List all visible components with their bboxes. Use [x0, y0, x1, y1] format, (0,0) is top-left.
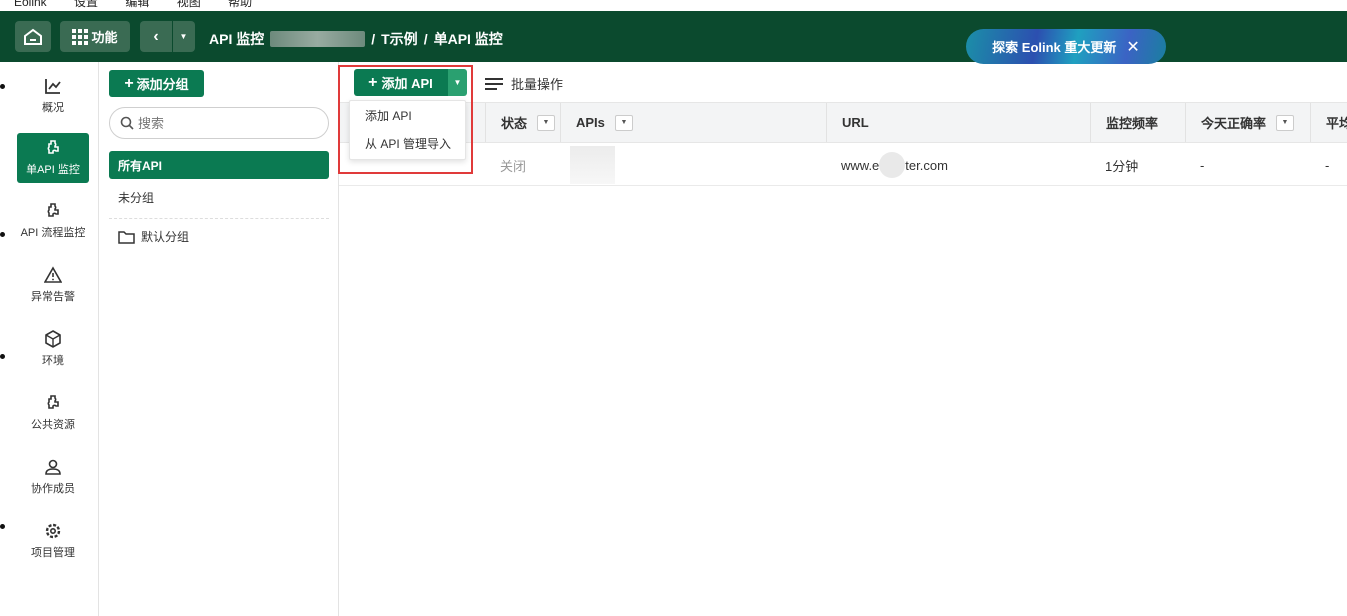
- filter-icon[interactable]: ▼: [537, 114, 556, 131]
- chevron-left-icon[interactable]: ‹: [140, 28, 172, 46]
- add-group-button[interactable]: + 添加分组: [109, 70, 204, 97]
- top-bar: 功能 ‹ ▼ API 监控 / T示例 / 单API 监控 探索 Eolink …: [0, 11, 1347, 64]
- puzzle-icon: [47, 395, 59, 409]
- list-icon: [485, 77, 503, 90]
- breadcrumb-sep: /: [371, 31, 376, 47]
- nav-item-environment[interactable]: 环境: [17, 324, 89, 374]
- search-icon: [120, 116, 134, 130]
- column-label: 状态: [501, 116, 528, 131]
- breadcrumb-project[interactable]: T示例: [381, 29, 418, 49]
- side-nav: 概况 单API 监控 API 流程监控 异常告警 环境 公共资源 协作成员 项目…: [0, 62, 99, 616]
- cell-success-rate: -: [1200, 157, 1205, 173]
- column-header-status: 状态 ▼: [485, 103, 560, 142]
- group-item-all[interactable]: 所有API: [109, 151, 329, 179]
- cube-icon: [45, 330, 61, 348]
- group-panel: + 添加分组 所有API 未分组 默认分组: [99, 62, 339, 616]
- breadcrumb-sep: /: [423, 31, 428, 47]
- table-row[interactable]: 关闭 www.e ter.com 1分钟 - -: [339, 144, 1347, 186]
- nav-item-label: API 流程监控: [20, 227, 86, 239]
- back-button[interactable]: ‹ ▼: [140, 21, 195, 52]
- main-content: + 添加 API ▼ 批量操作 状态 ▼ APIs ▼ URL 监控频率 今天正…: [338, 62, 1347, 616]
- grid-icon: [72, 28, 89, 45]
- nav-item-public-resources[interactable]: 公共资源: [17, 388, 89, 438]
- column-label: APIs: [576, 115, 605, 130]
- url-prefix: www.e: [841, 157, 880, 173]
- nav-item-label: 单API 监控: [26, 164, 80, 176]
- nav-item-api-flow-monitor[interactable]: API 流程监控: [17, 196, 89, 246]
- column-label: 平均: [1326, 116, 1347, 131]
- nav-item-label: 项目管理: [31, 547, 75, 559]
- batch-operation-label: 批量操作: [511, 77, 564, 92]
- nav-item-project-settings[interactable]: 项目管理: [17, 516, 89, 566]
- puzzle-icon: [47, 140, 59, 154]
- column-header-frequency: 监控频率: [1090, 103, 1185, 142]
- dot-marker: [0, 232, 5, 237]
- home-button[interactable]: [15, 21, 51, 52]
- add-group-label: 添加分组: [136, 77, 189, 92]
- cell-average: -: [1325, 157, 1330, 173]
- column-header-url: URL: [826, 103, 1090, 142]
- menu-view[interactable]: 视图: [177, 0, 201, 9]
- breadcrumb: API 监控 / T示例 / 单API 监控: [209, 29, 503, 49]
- nav-item-alerts[interactable]: 异常告警: [17, 260, 89, 310]
- column-label: URL: [842, 115, 869, 130]
- nav-item-single-api-monitor[interactable]: 单API 监控: [17, 133, 89, 183]
- redacted-text: [270, 31, 366, 47]
- redacted-text: [879, 152, 906, 178]
- column-header-success-rate: 今天正确率 ▼: [1185, 103, 1310, 142]
- menu-bar: Eolink 设置 编辑 视图 帮助: [0, 0, 1347, 11]
- chart-icon: [45, 79, 61, 94]
- puzzle-icon: [47, 203, 59, 217]
- column-header-apis: APIs ▼: [560, 103, 826, 142]
- group-item-label: 默认分组: [141, 230, 190, 244]
- breadcrumb-root[interactable]: API 监控: [209, 29, 264, 49]
- divider: [109, 218, 329, 219]
- menu-edit[interactable]: 编辑: [125, 0, 149, 9]
- search-box[interactable]: [109, 107, 329, 139]
- highlight-box: [338, 65, 473, 174]
- breadcrumb-page: 单API 监控: [433, 31, 503, 47]
- group-item-default[interactable]: 默认分组: [118, 228, 189, 245]
- nav-item-label: 异常告警: [31, 291, 75, 303]
- gear-icon: [45, 523, 61, 539]
- nav-item-label: 概况: [42, 102, 64, 114]
- filter-icon[interactable]: ▼: [1276, 114, 1295, 131]
- menu-settings[interactable]: 设置: [74, 0, 98, 9]
- cell-api-name[interactable]: [555, 144, 615, 186]
- function-label: 功能: [91, 30, 118, 45]
- redacted-text: [570, 146, 615, 184]
- column-label: 今天正确率: [1201, 116, 1267, 131]
- banner-text[interactable]: 探索 Eolink 重大更新: [992, 37, 1116, 56]
- cell-url: www.e ter.com: [826, 144, 948, 186]
- column-label: 监控频率: [1106, 116, 1159, 131]
- home-icon: [24, 28, 42, 45]
- update-banner[interactable]: 探索 Eolink 重大更新 ✕: [966, 29, 1166, 64]
- caret-down-icon[interactable]: ▼: [172, 21, 194, 52]
- dot-marker: [0, 354, 5, 359]
- cell-status: 关闭: [500, 158, 527, 174]
- function-menu-button[interactable]: 功能: [60, 21, 130, 52]
- filter-icon[interactable]: ▼: [614, 114, 633, 131]
- dot-marker: [0, 84, 5, 89]
- url-suffix: ter.com: [905, 157, 948, 173]
- dot-marker: [0, 524, 5, 529]
- group-item-ungrouped[interactable]: 未分组: [118, 189, 154, 206]
- nav-item-label: 环境: [42, 355, 64, 367]
- search-input[interactable]: [138, 115, 308, 131]
- plus-icon: +: [124, 74, 134, 92]
- cell-frequency: 1分钟: [1105, 158, 1139, 174]
- nav-item-label: 协作成员: [31, 483, 75, 495]
- nav-item-members[interactable]: 协作成员: [17, 452, 89, 502]
- menu-help[interactable]: 帮助: [228, 0, 252, 9]
- batch-operation-button[interactable]: 批量操作: [485, 74, 563, 93]
- folder-icon: [118, 230, 135, 244]
- close-icon[interactable]: ✕: [1126, 37, 1139, 57]
- nav-item-overview[interactable]: 概况: [17, 71, 89, 121]
- menu-app[interactable]: Eolink: [14, 0, 47, 9]
- column-header-average: 平均: [1310, 103, 1347, 142]
- warning-icon: [44, 266, 62, 283]
- nav-item-label: 公共资源: [31, 419, 75, 431]
- user-icon: [45, 459, 61, 475]
- table-header: 状态 ▼ APIs ▼ URL 监控频率 今天正确率 ▼ 平均: [339, 102, 1347, 143]
